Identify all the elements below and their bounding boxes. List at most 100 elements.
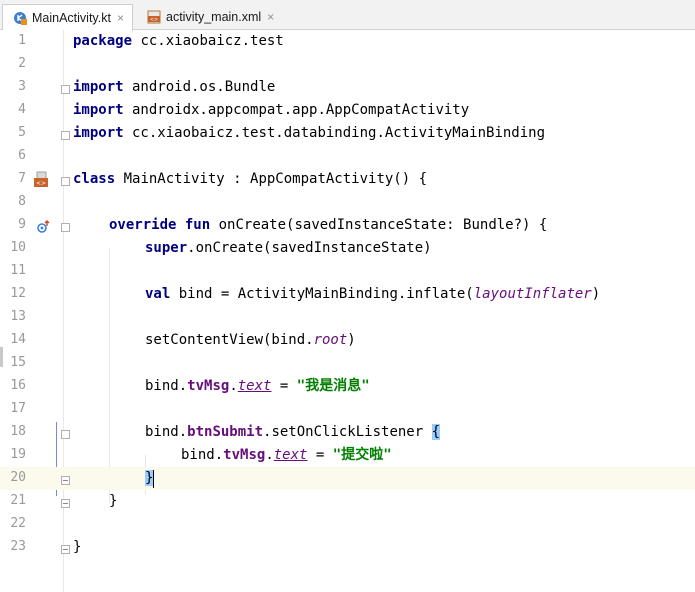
code-text: } [73, 539, 82, 555]
code-line: 11 [0, 260, 695, 283]
kotlin-file-icon [13, 11, 27, 25]
code-line: 9 override fun onCreate(savedInstanceSta… [0, 214, 695, 237]
keyword: override [109, 217, 177, 233]
line-number: 22 [10, 516, 26, 531]
code-line: 8 [0, 191, 695, 214]
fold-marker[interactable] [61, 476, 70, 485]
line-number: 15 [10, 355, 26, 370]
line-number: 7 [18, 171, 26, 186]
code-line: 18 bind.btnSubmit.setOnClickListener { [0, 421, 695, 444]
keyword: import [73, 79, 124, 95]
line-code: package cc.xiaobaicz.test [73, 33, 284, 50]
line-number: 20 [10, 470, 26, 485]
line-number: 8 [18, 194, 26, 209]
keyword: super [145, 240, 188, 256]
code-text: androidx.appcompat.app.AppCompatActivity [123, 102, 470, 118]
synthetic-property: text [273, 447, 308, 463]
line-number: 5 [18, 125, 26, 140]
keyword: import [73, 102, 124, 118]
code-line: 6 [0, 145, 695, 168]
code-line: 1 package cc.xiaobaicz.test [0, 30, 695, 53]
code-text: . [265, 447, 274, 463]
code-line: 3 import android.os.Bundle [0, 76, 695, 99]
code-line: 21 } [0, 490, 695, 513]
line-number: 16 [10, 378, 26, 393]
code-text: setContentView(bind. [145, 332, 314, 348]
tab-mainactivity-kt[interactable]: MainActivity.kt × [2, 4, 133, 31]
editor-tab-bar: MainActivity.kt × <> activity_main.xml × [0, 0, 695, 31]
line-number: 11 [10, 263, 26, 278]
line-code: } [109, 493, 117, 510]
code-text: cc.xiaobaicz.test [132, 33, 284, 49]
close-icon[interactable]: × [267, 10, 274, 24]
code-text: } [109, 493, 118, 509]
line-number: 9 [18, 217, 26, 232]
fold-marker[interactable] [61, 545, 70, 554]
keyword: class [73, 171, 116, 187]
code-line: 17 [0, 398, 695, 421]
line-code: setContentView(bind.root) [145, 332, 356, 349]
keyword: import [73, 125, 124, 141]
line-code: override fun onCreate(savedInstanceState… [109, 217, 547, 234]
fold-marker[interactable] [61, 177, 70, 186]
fold-marker[interactable] [61, 85, 70, 94]
code-line: 4 import androidx.appcompat.app.AppCompa… [0, 99, 695, 122]
code-text: ) [591, 286, 601, 302]
line-code: bind.btnSubmit.setOnClickListener { [145, 424, 441, 441]
layout-file-icon[interactable]: <> [33, 171, 49, 193]
code-text: ) [347, 332, 356, 348]
close-icon[interactable]: × [117, 11, 124, 25]
code-text: MainActivity : AppCompatActivity() { [115, 171, 428, 187]
line-number: 1 [18, 33, 26, 48]
synthetic-property: root [313, 332, 348, 348]
line-number: 6 [18, 148, 26, 163]
matched-brace: { [431, 424, 441, 440]
keyword: val [145, 286, 171, 302]
line-code: import androidx.appcompat.app.AppCompatA… [73, 102, 469, 119]
code-text: bind. [181, 447, 224, 463]
tab-label: activity_main.xml [166, 10, 262, 24]
fold-marker[interactable] [61, 499, 70, 508]
code-line: 12 val bind = ActivityMainBinding.inflat… [0, 283, 695, 306]
svg-text:<>: <> [150, 17, 158, 23]
string-literal: "我是消息" [296, 378, 370, 394]
code-editor[interactable]: 1 package cc.xiaobaicz.test 2 3 import a… [0, 30, 695, 592]
synthetic-property: layoutInflater [473, 286, 592, 302]
code-text: cc.xiaobaicz.test.databinding.ActivityMa… [123, 125, 546, 141]
tab-label: MainActivity.kt [32, 11, 111, 25]
tab-activity-main-xml[interactable]: <> activity_main.xml × [137, 4, 282, 30]
code-line: 16 bind.tvMsg.text = "我是消息" [0, 375, 695, 398]
code-line: 13 [0, 306, 695, 329]
line-number: 10 [10, 240, 26, 255]
code-text: .setOnClickListener [263, 424, 432, 440]
line-number: 4 [18, 102, 26, 117]
text-caret [153, 470, 154, 488]
code-text: bind = ActivityMainBinding.inflate( [170, 286, 474, 302]
line-number: 3 [18, 79, 26, 94]
synthetic-property: text [237, 378, 272, 394]
line-code: } [73, 539, 81, 556]
code-line: 5 import cc.xiaobaicz.test.databinding.A… [0, 122, 695, 145]
keyword: fun [184, 217, 211, 233]
code-line: 2 [0, 53, 695, 76]
line-number: 21 [10, 493, 26, 508]
override-method-icon[interactable] [36, 219, 50, 238]
line-code: import android.os.Bundle [73, 79, 275, 96]
code-text: bind. [145, 424, 188, 440]
fold-marker[interactable] [61, 223, 70, 232]
code-line: 14 setContentView(bind.root) [0, 329, 695, 352]
code-line: 10 super.onCreate(savedInstanceState) [0, 237, 695, 260]
code-line: 23 } [0, 536, 695, 559]
code-text: android.os.Bundle [123, 79, 276, 95]
code-text: .onCreate(savedInstanceState) [187, 240, 432, 256]
fold-marker[interactable] [61, 430, 70, 439]
line-code: bind.tvMsg.text = "提交啦" [181, 447, 392, 464]
property: btnSubmit [187, 424, 264, 440]
code-line: 7 class MainActivity : AppCompatActivity… [0, 168, 695, 191]
fold-marker[interactable] [61, 131, 70, 140]
property: tvMsg [187, 378, 230, 394]
xml-file-icon: <> [147, 10, 161, 24]
line-number: 19 [10, 447, 26, 462]
code-text: bind. [145, 378, 188, 394]
